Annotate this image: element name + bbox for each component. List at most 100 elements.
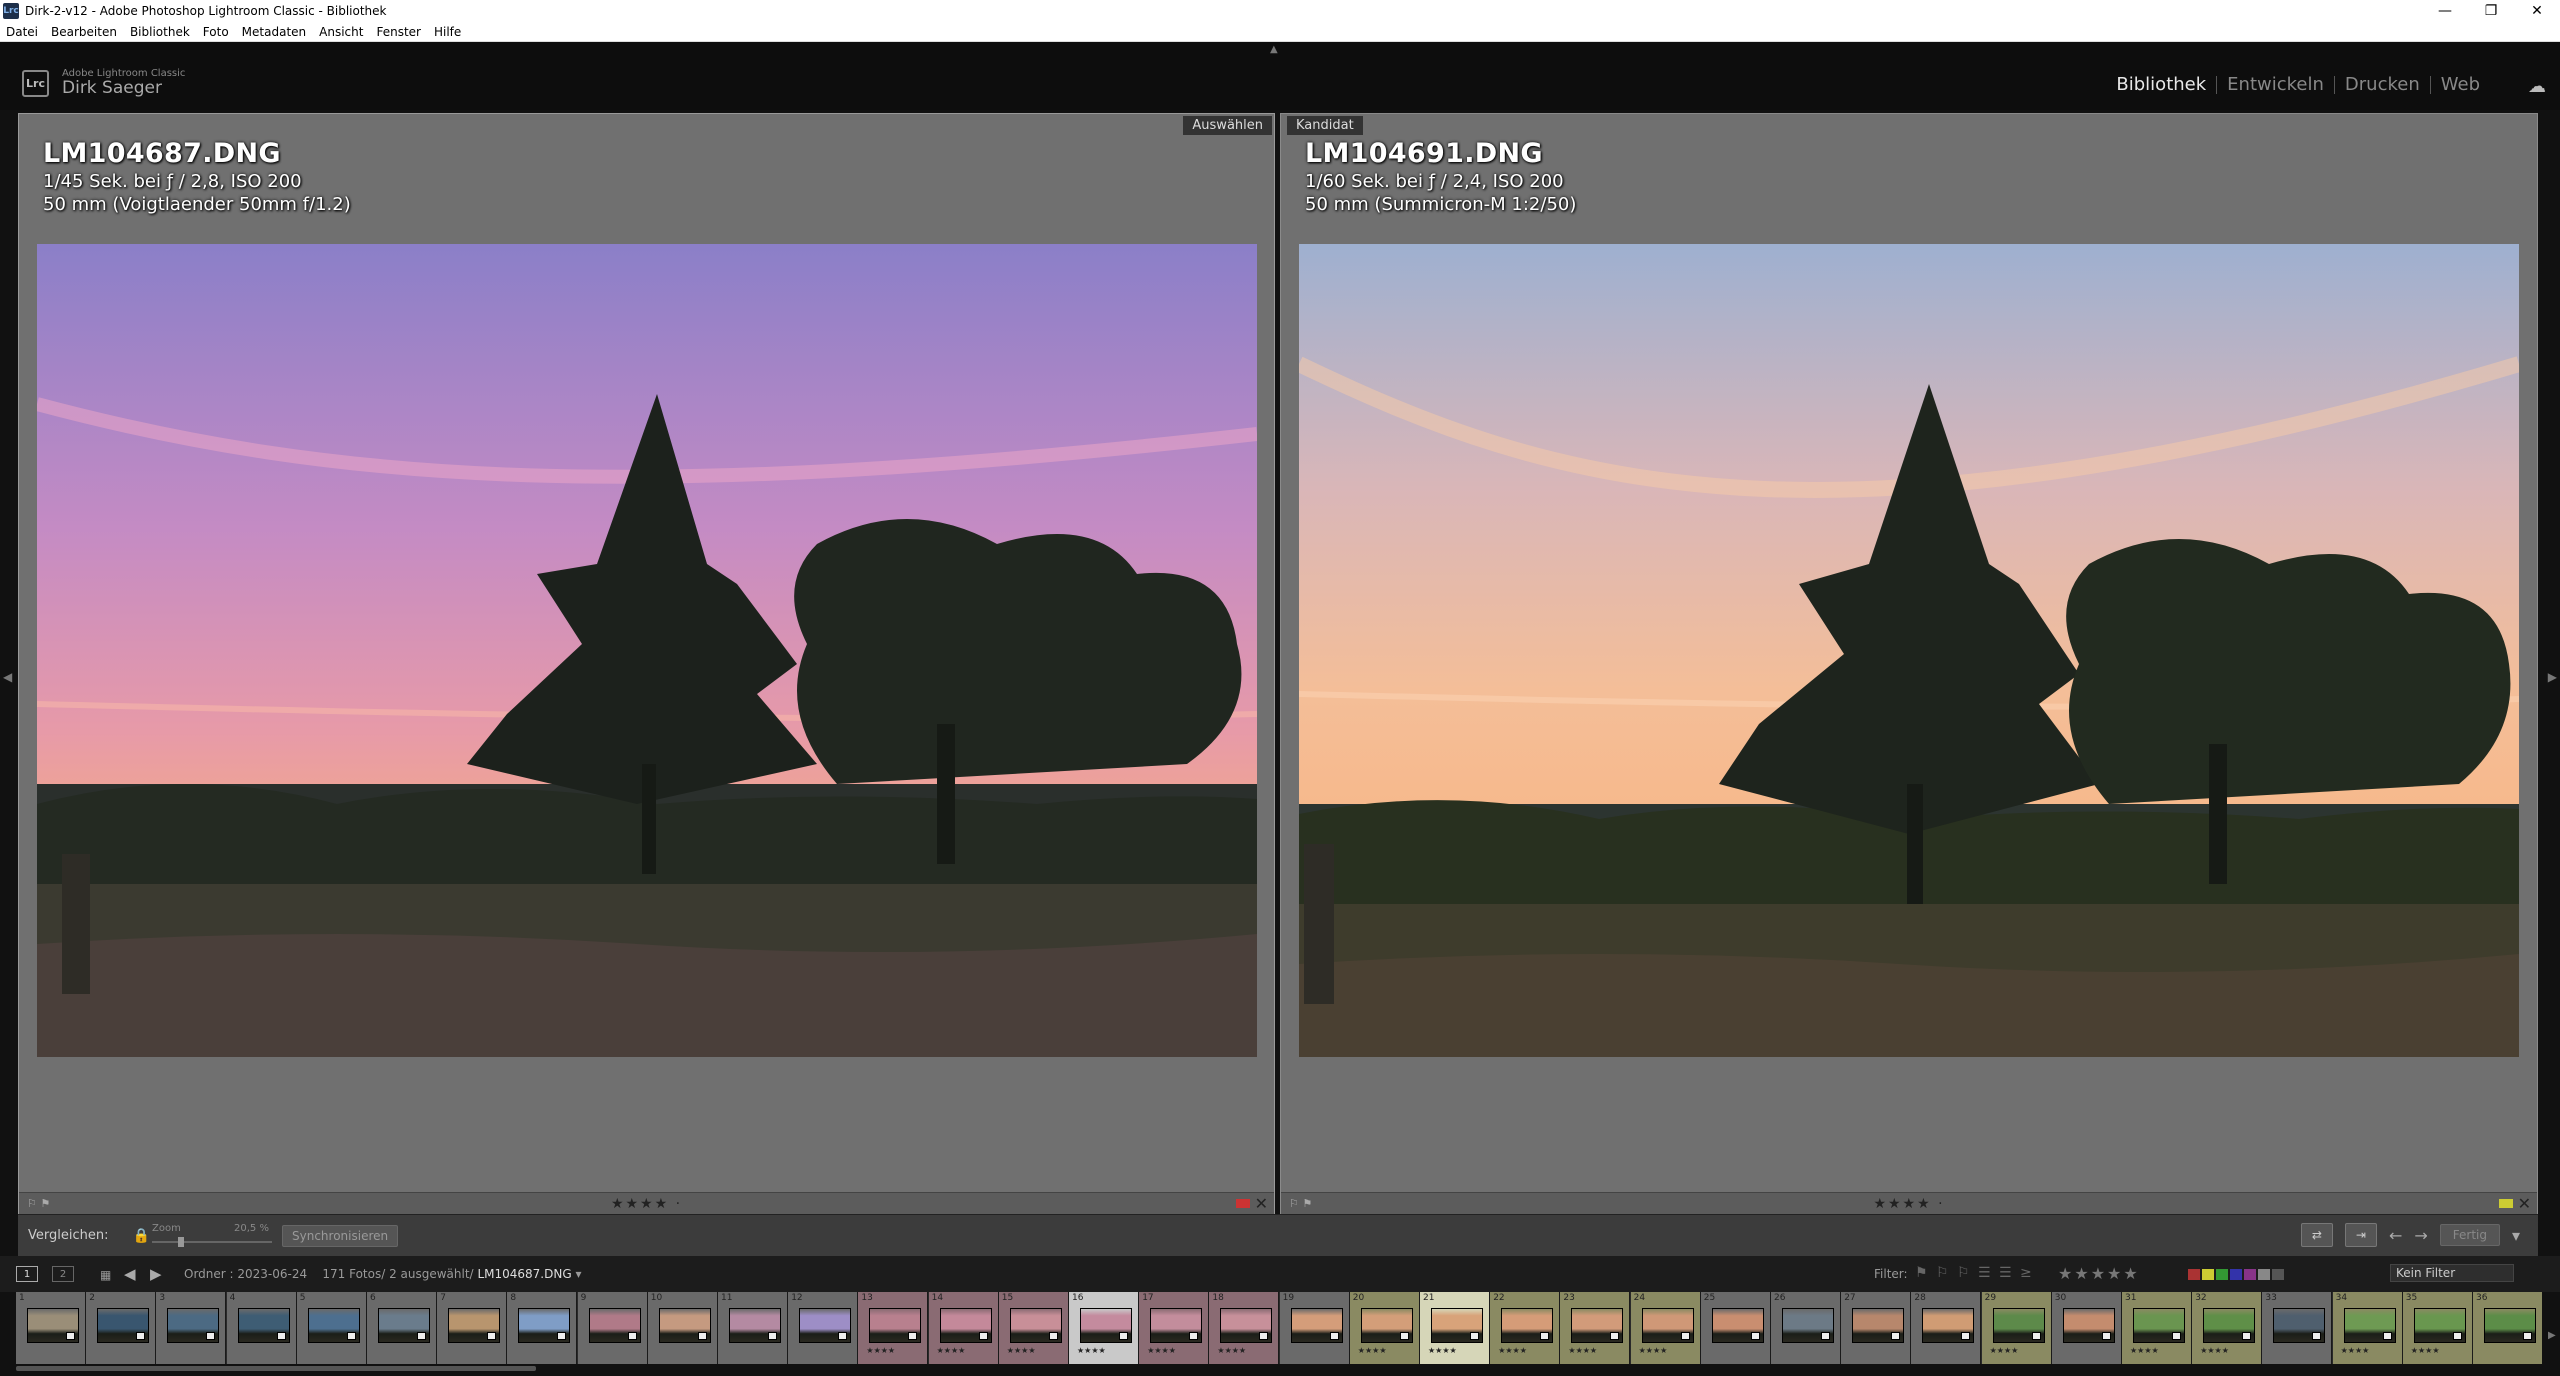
menu-datei[interactable]: Datei	[6, 25, 38, 39]
filter-color-chip[interactable]	[2244, 1269, 2256, 1280]
filmstrip-thumb[interactable]: 16 ★★★★	[1069, 1292, 1139, 1364]
menu-hilfe[interactable]: Hilfe	[434, 25, 461, 39]
module-entwickeln[interactable]: Entwickeln	[2217, 74, 2334, 95]
swap-icon[interactable]: ⇄	[2300, 1223, 2333, 1247]
zoom-slider-handle[interactable]	[178, 1237, 184, 1247]
filmstrip-thumb[interactable]: 13 ★★★★	[858, 1292, 929, 1364]
filter-color-chip[interactable]	[2230, 1269, 2242, 1280]
filmstrip-thumb[interactable]: 12	[788, 1292, 859, 1364]
select-flag-icons[interactable]: ⚐ ⚑	[27, 1197, 50, 1210]
filmstrip-thumb[interactable]: 10	[647, 1292, 718, 1364]
filmstrip-thumb[interactable]: 35 ★★★★	[2402, 1292, 2473, 1364]
candidate-photo[interactable]	[1299, 244, 2519, 1057]
next-photo-arrow-icon[interactable]: →	[2414, 1226, 2427, 1245]
close-window-icon[interactable]: ✕	[2514, 0, 2560, 22]
filmstrip-thumb[interactable]: 14 ★★★★	[928, 1292, 999, 1364]
source-breadcrumb[interactable]: Ordner : 2023-06-24 171 Fotos/ 2 ausgewä…	[184, 1267, 581, 1281]
filmstrip-right-toggle-icon[interactable]: ▶	[2548, 1330, 2556, 1341]
menu-bearbeiten[interactable]: Bearbeiten	[51, 25, 117, 39]
filter-color-chip[interactable]	[2216, 1269, 2228, 1280]
make-select-icon[interactable]: ⇥	[2344, 1223, 2377, 1247]
left-panel-toggle-icon[interactable]: ◀	[3, 670, 12, 684]
module-web[interactable]: Web	[2431, 74, 2490, 95]
module-drucken[interactable]: Drucken	[2335, 74, 2430, 95]
candidate-color-label[interactable]	[2499, 1199, 2513, 1208]
filmstrip-thumb[interactable]: 18 ★★★★	[1209, 1292, 1280, 1364]
done-button[interactable]: Fertig	[2439, 1224, 2500, 1246]
filmstrip-thumb[interactable]: 2	[86, 1292, 157, 1364]
thumb-index: 12	[791, 1293, 803, 1303]
filmstrip-thumb[interactable]: 7	[437, 1292, 508, 1364]
candidate-flag-icons[interactable]: ⚐ ⚑	[1289, 1197, 1312, 1210]
filmstrip-thumb[interactable]: 29 ★★★★	[1981, 1292, 2052, 1364]
module-bibliothek[interactable]: Bibliothek	[2106, 74, 2216, 95]
filter-color-labels[interactable]	[2188, 1269, 2284, 1280]
zoom-slider[interactable]	[152, 1241, 272, 1243]
filmstrip-thumb[interactable]: 6	[367, 1292, 437, 1364]
filmstrip-thumb[interactable]: 1	[16, 1292, 86, 1364]
candidate-rating-stars[interactable]: ★★★★ ·	[1873, 1196, 1944, 1212]
filmstrip-thumb[interactable]: 21 ★★★★	[1420, 1292, 1490, 1364]
filter-color-chip[interactable]	[2202, 1269, 2214, 1280]
filmstrip-scrollbar[interactable]	[16, 1366, 536, 1371]
filmstrip-thumb[interactable]: 24 ★★★★	[1630, 1292, 1701, 1364]
cloud-sync-icon[interactable]: ☁	[2528, 76, 2546, 97]
filter-flag-icons[interactable]: ⚑ ⚐ ⚐ ☰ ☰ ≥	[1915, 1265, 2034, 1281]
filmstrip-thumb[interactable]: 31 ★★★★	[2122, 1292, 2192, 1364]
select-rating-stars[interactable]: ★★★★ ·	[611, 1196, 682, 1212]
candidate-close-icon[interactable]: ✕	[2518, 1194, 2531, 1213]
filmstrip-thumb[interactable]: 22 ★★★★	[1490, 1292, 1561, 1364]
filter-color-chip[interactable]	[2258, 1269, 2270, 1280]
minimize-icon[interactable]: —	[2422, 0, 2468, 22]
filmstrip-thumb[interactable]: 20 ★★★★	[1349, 1292, 1420, 1364]
filmstrip-thumb[interactable]: 17 ★★★★	[1139, 1292, 1210, 1364]
toolbar-menu-chevron-icon[interactable]: ▾	[2512, 1226, 2520, 1245]
thumb-index: 36	[2476, 1293, 2488, 1303]
filmstrip-thumb[interactable]: 34 ★★★★	[2332, 1292, 2403, 1364]
filmstrip-thumb[interactable]: 3	[156, 1292, 227, 1364]
menu-fenster[interactable]: Fenster	[376, 25, 421, 39]
filmstrip-thumb[interactable]: 15 ★★★★	[998, 1292, 1069, 1364]
lock-icon[interactable]: 🔒	[132, 1228, 149, 1244]
filmstrip-thumb[interactable]: 25	[1700, 1292, 1771, 1364]
filmstrip-thumb[interactable]: 4	[226, 1292, 297, 1364]
filter-color-chip[interactable]	[2188, 1269, 2200, 1280]
filmstrip-thumb[interactable]: 8	[507, 1292, 578, 1364]
prev-photo-arrow-icon[interactable]: ←	[2389, 1226, 2402, 1245]
filmstrip-thumb[interactable]: 9	[577, 1292, 648, 1364]
filmstrip-thumb[interactable]: 26	[1771, 1292, 1841, 1364]
select-photo[interactable]	[37, 244, 1257, 1057]
filmstrip-thumb[interactable]: 36	[2473, 1292, 2542, 1364]
menu-bibliothek[interactable]: Bibliothek	[130, 25, 190, 39]
filmstrip-thumb[interactable]: 32 ★★★★	[2192, 1292, 2263, 1364]
filter-rating-stars[interactable]: ★★★★★	[2058, 1264, 2140, 1283]
filmstrip-thumb[interactable]: 5	[296, 1292, 367, 1364]
right-panel-toggle-icon[interactable]: ▶	[2548, 670, 2557, 684]
back-arrow-icon[interactable]: ◀	[124, 1265, 136, 1283]
filmstrip-thumb[interactable]: 27	[1841, 1292, 1912, 1364]
menu-foto[interactable]: Foto	[203, 25, 229, 39]
filmstrip-thumb[interactable]: 23 ★★★★	[1560, 1292, 1631, 1364]
top-panel-toggle-icon[interactable]: ▲	[1270, 44, 1278, 55]
menu-metadaten[interactable]: Metadaten	[242, 25, 306, 39]
select-color-label[interactable]	[1236, 1199, 1250, 1208]
filmstrip-thumb[interactable]: 30	[2051, 1292, 2122, 1364]
main-screen-button[interactable]: 1	[16, 1266, 38, 1282]
filmstrip-thumb[interactable]: 33	[2262, 1292, 2333, 1364]
filmstrip-thumb[interactable]: 11	[718, 1292, 788, 1364]
grid-view-icon[interactable]: ▦	[100, 1268, 111, 1282]
breadcrumb-dropdown-icon[interactable]: ▾	[575, 1267, 581, 1281]
select-pane[interactable]: Auswählen LM104687.DNG 1/45 Sek. bei ƒ /…	[18, 113, 1275, 1215]
filter-preset-select[interactable]: Kein Filter	[2390, 1264, 2514, 1282]
menu-ansicht[interactable]: Ansicht	[319, 25, 363, 39]
filter-color-chip[interactable]	[2272, 1269, 2284, 1280]
second-screen-button[interactable]: 2	[52, 1266, 74, 1282]
filmstrip-thumb[interactable]: 28	[1911, 1292, 1982, 1364]
select-close-icon[interactable]: ✕	[1255, 1194, 1268, 1213]
filmstrip-thumb[interactable]: 19	[1279, 1292, 1350, 1364]
restore-icon[interactable]: ❐	[2468, 0, 2514, 22]
filmstrip[interactable]: 1 2 3 4 5 6 7 8 9 10 11 12 13 ★★★★ 14 ★★★★ 15 ★★★★ 16 ★★★★ 1…	[16, 1292, 2542, 1364]
sync-button[interactable]: Synchronisieren	[282, 1225, 399, 1247]
forward-arrow-icon[interactable]: ▶	[150, 1265, 162, 1283]
candidate-pane[interactable]: Kandidat LM104691.DNG 1/60 Sek. bei ƒ / …	[1280, 113, 2538, 1215]
